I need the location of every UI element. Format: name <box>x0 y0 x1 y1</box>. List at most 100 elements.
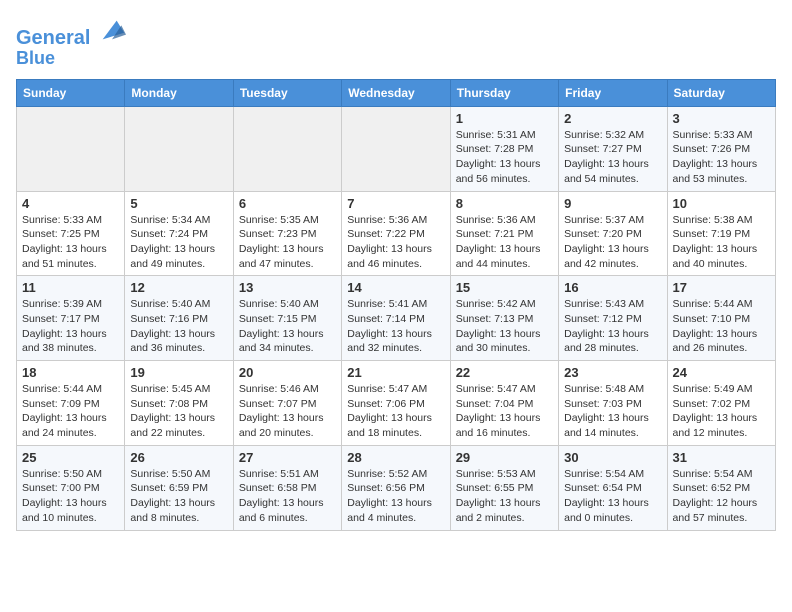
day-detail: Sunrise: 5:35 AM Sunset: 7:23 PM Dayligh… <box>239 213 336 272</box>
calendar-cell: 15 Sunrise: 5:42 AM Sunset: 7:13 PM Dayli… <box>450 276 558 361</box>
day-number: 3 <box>673 111 770 126</box>
day-number: 12 <box>130 280 227 295</box>
weekday-header: Tuesday <box>233 79 341 106</box>
weekday-header-row: SundayMondayTuesdayWednesdayThursdayFrid… <box>17 79 776 106</box>
calendar-cell: 16Sunrise: 5:43 AM Sunset: 7:12 PM Dayli… <box>559 276 667 361</box>
weekday-header: Sunday <box>17 79 125 106</box>
day-number: 6 <box>239 196 336 211</box>
calendar-week-row: 18 Sunrise: 5:44 AM Sunset: 7:09 PM Dayli… <box>17 361 776 446</box>
calendar-week-row: 25Sunrise: 5:50 AM Sunset: 7:00 PM Dayli… <box>17 445 776 530</box>
calendar-cell: 27Sunrise: 5:51 AM Sunset: 6:58 PM Dayli… <box>233 445 341 530</box>
day-detail: Sunrise: 5:46 AM Sunset: 7:07 PM Dayligh… <box>239 382 336 441</box>
day-number: 9 <box>564 196 661 211</box>
day-detail: Sunrise: 5:33 AM Sunset: 7:25 PM Dayligh… <box>22 213 119 272</box>
day-detail: Sunrise: 5:33 AM Sunset: 7:26 PM Dayligh… <box>673 128 770 187</box>
calendar-header: SundayMondayTuesdayWednesdayThursdayFrid… <box>17 79 776 106</box>
day-number: 22 <box>456 365 553 380</box>
day-number: 15 <box>456 280 553 295</box>
day-number: 24 <box>673 365 770 380</box>
day-number: 8 <box>456 196 553 211</box>
calendar-cell <box>233 106 341 191</box>
logo-icon <box>98 16 126 44</box>
calendar-table: SundayMondayTuesdayWednesdayThursdayFrid… <box>16 79 776 531</box>
weekday-header: Saturday <box>667 79 775 106</box>
day-detail: Sunrise: 5:54 AM Sunset: 6:52 PM Dayligh… <box>673 467 770 526</box>
day-number: 30 <box>564 450 661 465</box>
calendar-cell: 3 Sunrise: 5:33 AM Sunset: 7:26 PM Daylig… <box>667 106 775 191</box>
day-detail: Sunrise: 5:47 AM Sunset: 7:06 PM Dayligh… <box>347 382 444 441</box>
day-detail: Sunrise: 5:54 AM Sunset: 6:54 PM Dayligh… <box>564 467 661 526</box>
logo: General Blue <box>16 16 126 69</box>
calendar-cell: 28Sunrise: 5:52 AM Sunset: 6:56 PM Dayli… <box>342 445 450 530</box>
day-number: 23 <box>564 365 661 380</box>
weekday-header: Wednesday <box>342 79 450 106</box>
calendar-cell: 31 Sunrise: 5:54 AM Sunset: 6:52 PM Dayli… <box>667 445 775 530</box>
calendar-cell: 18 Sunrise: 5:44 AM Sunset: 7:09 PM Dayli… <box>17 361 125 446</box>
day-number: 18 <box>22 365 119 380</box>
calendar-cell: 2Sunrise: 5:32 AM Sunset: 7:27 PM Daylig… <box>559 106 667 191</box>
day-detail: Sunrise: 5:36 AM Sunset: 7:22 PM Dayligh… <box>347 213 444 272</box>
day-number: 31 <box>673 450 770 465</box>
day-detail: Sunrise: 5:38 AM Sunset: 7:19 PM Dayligh… <box>673 213 770 272</box>
day-detail: Sunrise: 5:31 AM Sunset: 7:28 PM Dayligh… <box>456 128 553 187</box>
day-detail: Sunrise: 5:40 AM Sunset: 7:16 PM Dayligh… <box>130 297 227 356</box>
day-number: 5 <box>130 196 227 211</box>
calendar-cell: 26Sunrise: 5:50 AM Sunset: 6:59 PM Dayli… <box>125 445 233 530</box>
calendar-cell: 24 Sunrise: 5:49 AM Sunset: 7:02 PM Dayli… <box>667 361 775 446</box>
day-number: 1 <box>456 111 553 126</box>
calendar-cell <box>17 106 125 191</box>
day-detail: Sunrise: 5:36 AM Sunset: 7:21 PM Dayligh… <box>456 213 553 272</box>
calendar-cell: 29Sunrise: 5:53 AM Sunset: 6:55 PM Dayli… <box>450 445 558 530</box>
day-detail: Sunrise: 5:50 AM Sunset: 7:00 PM Dayligh… <box>22 467 119 526</box>
day-number: 2 <box>564 111 661 126</box>
day-detail: Sunrise: 5:47 AM Sunset: 7:04 PM Dayligh… <box>456 382 553 441</box>
calendar-week-row: 4 Sunrise: 5:33 AM Sunset: 7:25 PM Daylig… <box>17 191 776 276</box>
calendar-cell: 19Sunrise: 5:45 AM Sunset: 7:08 PM Dayli… <box>125 361 233 446</box>
day-detail: Sunrise: 5:44 AM Sunset: 7:09 PM Dayligh… <box>22 382 119 441</box>
calendar-week-row: 11 Sunrise: 5:39 AM Sunset: 7:17 PM Dayli… <box>17 276 776 361</box>
calendar-cell: 7Sunrise: 5:36 AM Sunset: 7:22 PM Daylig… <box>342 191 450 276</box>
day-detail: Sunrise: 5:43 AM Sunset: 7:12 PM Dayligh… <box>564 297 661 356</box>
calendar-body: 1 Sunrise: 5:31 AM Sunset: 7:28 PM Daylig… <box>17 106 776 530</box>
day-number: 13 <box>239 280 336 295</box>
calendar-cell <box>342 106 450 191</box>
day-number: 26 <box>130 450 227 465</box>
day-detail: Sunrise: 5:34 AM Sunset: 7:24 PM Dayligh… <box>130 213 227 272</box>
weekday-header: Friday <box>559 79 667 106</box>
day-number: 21 <box>347 365 444 380</box>
day-number: 28 <box>347 450 444 465</box>
calendar-cell: 12 Sunrise: 5:40 AM Sunset: 7:16 PM Dayli… <box>125 276 233 361</box>
calendar-cell: 30 Sunrise: 5:54 AM Sunset: 6:54 PM Dayli… <box>559 445 667 530</box>
day-number: 11 <box>22 280 119 295</box>
calendar-week-row: 1 Sunrise: 5:31 AM Sunset: 7:28 PM Daylig… <box>17 106 776 191</box>
day-number: 4 <box>22 196 119 211</box>
calendar-cell: 20 Sunrise: 5:46 AM Sunset: 7:07 PM Dayli… <box>233 361 341 446</box>
weekday-header: Thursday <box>450 79 558 106</box>
calendar-cell: 11 Sunrise: 5:39 AM Sunset: 7:17 PM Dayli… <box>17 276 125 361</box>
day-number: 29 <box>456 450 553 465</box>
calendar-cell: 1 Sunrise: 5:31 AM Sunset: 7:28 PM Daylig… <box>450 106 558 191</box>
calendar-cell: 9 Sunrise: 5:37 AM Sunset: 7:20 PM Daylig… <box>559 191 667 276</box>
day-detail: Sunrise: 5:40 AM Sunset: 7:15 PM Dayligh… <box>239 297 336 356</box>
calendar-cell: 14Sunrise: 5:41 AM Sunset: 7:14 PM Dayli… <box>342 276 450 361</box>
day-detail: Sunrise: 5:49 AM Sunset: 7:02 PM Dayligh… <box>673 382 770 441</box>
weekday-header: Monday <box>125 79 233 106</box>
logo-blue: Blue <box>16 49 126 69</box>
day-number: 10 <box>673 196 770 211</box>
day-detail: Sunrise: 5:44 AM Sunset: 7:10 PM Dayligh… <box>673 297 770 356</box>
day-number: 17 <box>673 280 770 295</box>
calendar-cell: 17 Sunrise: 5:44 AM Sunset: 7:10 PM Dayli… <box>667 276 775 361</box>
day-detail: Sunrise: 5:42 AM Sunset: 7:13 PM Dayligh… <box>456 297 553 356</box>
calendar-cell: 6 Sunrise: 5:35 AM Sunset: 7:23 PM Daylig… <box>233 191 341 276</box>
day-detail: Sunrise: 5:48 AM Sunset: 7:03 PM Dayligh… <box>564 382 661 441</box>
calendar-cell: 22 Sunrise: 5:47 AM Sunset: 7:04 PM Dayli… <box>450 361 558 446</box>
logo-text: General <box>16 16 126 49</box>
calendar-cell: 4 Sunrise: 5:33 AM Sunset: 7:25 PM Daylig… <box>17 191 125 276</box>
day-number: 20 <box>239 365 336 380</box>
calendar-cell <box>125 106 233 191</box>
calendar-cell: 25Sunrise: 5:50 AM Sunset: 7:00 PM Dayli… <box>17 445 125 530</box>
day-number: 27 <box>239 450 336 465</box>
day-detail: Sunrise: 5:39 AM Sunset: 7:17 PM Dayligh… <box>22 297 119 356</box>
day-detail: Sunrise: 5:37 AM Sunset: 7:20 PM Dayligh… <box>564 213 661 272</box>
page-header: General Blue <box>16 16 776 69</box>
